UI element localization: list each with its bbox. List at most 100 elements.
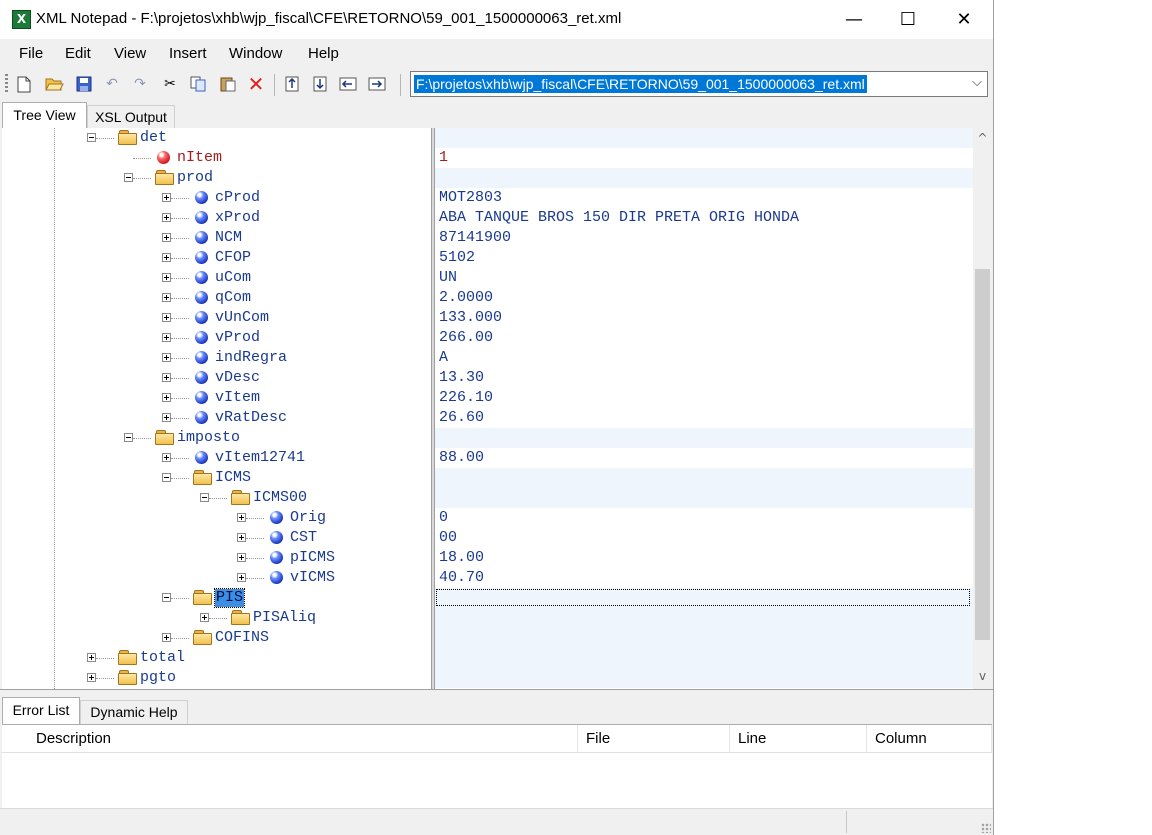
tree-pane[interactable]: det nItem prod cProd xProd NCM CFOP uCom qCom vUn… — [2, 128, 431, 689]
maximize-button[interactable]: ☐ — [880, 0, 936, 39]
tree-row-uCom[interactable]: uCom — [2, 268, 431, 288]
expand-icon[interactable] — [162, 633, 171, 642]
node-label[interactable]: CFOP — [215, 249, 251, 267]
chevron-down-icon[interactable]: ⌵ — [972, 75, 982, 90]
node-value[interactable]: 5102 — [439, 249, 475, 267]
node-label[interactable]: vUnCom — [215, 309, 269, 327]
tree-row-COFINS[interactable]: COFINS — [2, 628, 431, 648]
node-label[interactable]: vProd — [215, 329, 260, 347]
node-label[interactable]: indRegra — [215, 349, 287, 367]
value-row-CST[interactable]: 00 — [435, 528, 973, 548]
tree-row-imposto[interactable]: imposto — [2, 428, 431, 448]
node-label[interactable]: Orig — [290, 509, 326, 527]
node-label[interactable]: PISAliq — [253, 609, 316, 627]
value-row-ICMS[interactable] — [435, 468, 973, 488]
save-icon[interactable] — [74, 74, 94, 94]
menu-insert[interactable]: Insert — [169, 45, 207, 62]
menu-window[interactable]: Window — [229, 45, 282, 62]
expand-icon[interactable] — [87, 673, 96, 682]
node-label[interactable]: prod — [177, 169, 213, 187]
tree-row-vDesc[interactable]: vDesc — [2, 368, 431, 388]
error-list-panel[interactable]: Description File Line Column — [2, 724, 992, 809]
value-row-pICMS[interactable]: 18.00 — [435, 548, 973, 568]
node-value[interactable]: 40.70 — [439, 569, 484, 587]
collapse-icon[interactable] — [87, 133, 96, 142]
tree-row-xProd[interactable]: xProd — [2, 208, 431, 228]
node-label[interactable]: ICMS — [215, 469, 251, 487]
node-label[interactable]: cProd — [215, 189, 260, 207]
node-label[interactable]: vICMS — [290, 569, 335, 587]
node-label[interactable]: vDesc — [215, 369, 260, 387]
node-label[interactable]: pICMS — [290, 549, 335, 567]
nudge-right-icon[interactable] — [367, 74, 387, 94]
tree-row-det[interactable]: det — [2, 128, 431, 148]
collapse-icon[interactable] — [124, 173, 133, 182]
expand-icon[interactable] — [237, 533, 246, 542]
tree-row-vUnCom[interactable]: vUnCom — [2, 308, 431, 328]
vertical-scrollbar[interactable]: ^ v — [973, 128, 992, 689]
scroll-thumb[interactable] — [975, 269, 990, 640]
copy-icon[interactable] — [188, 74, 208, 94]
expand-icon[interactable] — [162, 193, 171, 202]
value-row-ICMS00[interactable] — [435, 488, 973, 508]
node-value[interactable]: ABA TANQUE BROS 150 DIR PRETA ORIG HONDA — [439, 209, 799, 227]
value-row-vItem12741[interactable]: 88.00 — [435, 448, 973, 468]
value-row-qCom[interactable]: 2.0000 — [435, 288, 973, 308]
node-label[interactable]: pgto — [140, 669, 176, 687]
node-label[interactable]: vRatDesc — [215, 409, 287, 427]
tree-row-PISAliq[interactable]: PISAliq — [2, 608, 431, 628]
tree-row-PIS[interactable]: PIS — [2, 588, 431, 608]
tree-row-Orig[interactable]: Orig — [2, 508, 431, 528]
collapse-icon[interactable] — [200, 493, 209, 502]
value-row-PIS[interactable] — [435, 588, 973, 608]
expand-icon[interactable] — [162, 353, 171, 362]
menu-file[interactable]: File — [19, 45, 43, 62]
location-combobox[interactable]: F:\projetos\xhb\wjp_fiscal\CFE\RETORNO\5… — [410, 71, 988, 97]
node-label[interactable]: ICMS00 — [253, 489, 307, 507]
tree-row-qCom[interactable]: qCom — [2, 288, 431, 308]
value-row-vRatDesc[interactable]: 26.60 — [435, 408, 973, 428]
horizontal-splitter[interactable] — [0, 689, 993, 694]
value-row-uCom[interactable]: UN — [435, 268, 973, 288]
tree-row-NCM[interactable]: NCM — [2, 228, 431, 248]
value-row-imposto[interactable] — [435, 428, 973, 448]
tab-dynamic-help[interactable]: Dynamic Help — [80, 700, 188, 724]
node-value[interactable]: 00 — [439, 529, 457, 547]
column-line[interactable]: Line — [730, 725, 867, 752]
expand-icon[interactable] — [162, 373, 171, 382]
redo-icon[interactable]: ↷ — [130, 74, 150, 94]
menu-edit[interactable]: Edit — [65, 45, 91, 62]
node-value[interactable]: MOT2803 — [439, 189, 502, 207]
expand-icon[interactable] — [237, 513, 246, 522]
tree-row-CST[interactable]: CST — [2, 528, 431, 548]
node-value[interactable]: 226.10 — [439, 389, 493, 407]
node-value[interactable]: 26.60 — [439, 409, 484, 427]
nudge-down-icon[interactable] — [310, 74, 330, 94]
tree-row-nItem[interactable]: nItem — [2, 148, 431, 168]
node-label[interactable]: uCom — [215, 269, 251, 287]
value-row-CFOP[interactable]: 5102 — [435, 248, 973, 268]
tab-error-list[interactable]: Error List — [2, 697, 80, 724]
node-label[interactable]: NCM — [215, 229, 242, 247]
open-icon[interactable] — [44, 74, 64, 94]
close-button[interactable]: ✕ — [936, 0, 992, 39]
column-column[interactable]: Column — [867, 725, 992, 752]
node-label[interactable]: CST — [290, 529, 317, 547]
undo-icon[interactable]: ↶ — [102, 74, 122, 94]
node-value[interactable]: 0 — [439, 509, 448, 527]
tree-row-pgto[interactable]: pgto — [2, 668, 431, 688]
tree-row-indRegra[interactable]: indRegra — [2, 348, 431, 368]
nudge-left-icon[interactable] — [338, 74, 358, 94]
node-label[interactable]: imposto — [177, 429, 240, 447]
tree-row-pICMS[interactable]: pICMS — [2, 548, 431, 568]
value-row-xProd[interactable]: ABA TANQUE BROS 150 DIR PRETA ORIG HONDA — [435, 208, 973, 228]
menu-view[interactable]: View — [114, 45, 146, 62]
value-row-pgto[interactable] — [435, 668, 973, 688]
node-value[interactable]: 266.00 — [439, 329, 493, 347]
value-pane[interactable]: 1 MOT2803 ABA TANQUE BROS 150 DIR PRETA OR… — [435, 128, 973, 689]
node-value[interactable]: A — [439, 349, 448, 367]
tree-row-prod[interactable]: prod — [2, 168, 431, 188]
node-value[interactable]: 87141900 — [439, 229, 511, 247]
value-row-vItem[interactable]: 226.10 — [435, 388, 973, 408]
value-row-vDesc[interactable]: 13.30 — [435, 368, 973, 388]
